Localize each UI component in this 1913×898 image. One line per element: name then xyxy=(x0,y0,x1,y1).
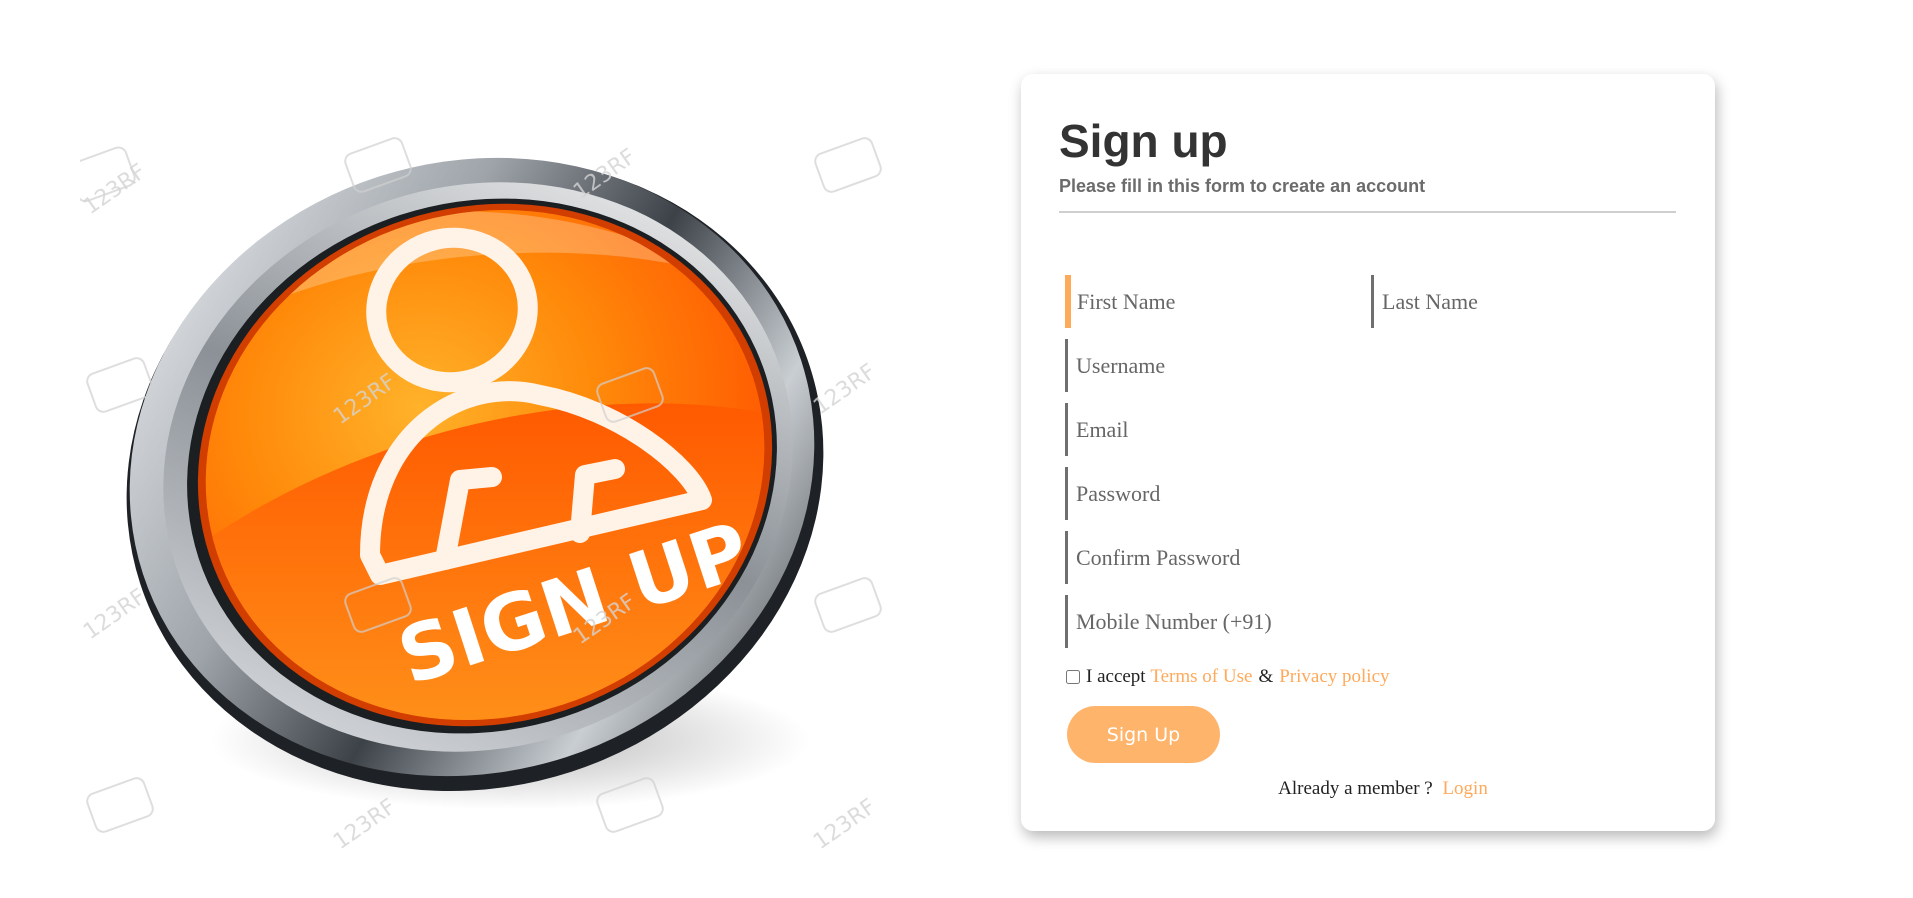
svg-text:123RF: 123RF xyxy=(809,794,881,855)
email-input[interactable] xyxy=(1065,403,1665,456)
last-name-input[interactable] xyxy=(1371,275,1677,328)
signup-badge-illustration: SIGN UP 123RF 123RF 123RF 123RF 123RF 12… xyxy=(80,137,882,855)
form-title: Sign up xyxy=(1059,115,1228,167)
field-stack xyxy=(1065,339,1677,648)
login-link[interactable]: Login xyxy=(1442,778,1487,799)
login-prompt: Already a member ? Login xyxy=(1059,778,1677,800)
form-subtitle: Please fill in this form to create an ac… xyxy=(1059,176,1426,196)
password-input[interactable] xyxy=(1065,467,1665,520)
signup-page: SIGN UP 123RF 123RF 123RF 123RF 123RF 12… xyxy=(0,0,1913,898)
name-row xyxy=(1065,275,1677,328)
first-name-input[interactable] xyxy=(1065,275,1372,328)
accept-terms-checkbox[interactable] xyxy=(1066,670,1080,684)
signup-hero-image: SIGN UP 123RF 123RF 123RF 123RF 123RF 12… xyxy=(80,105,900,865)
svg-text:123RF: 123RF xyxy=(80,584,151,645)
terms-prefix: I accept xyxy=(1086,666,1146,687)
terms-row: I accept Terms of Use & Privacy policy xyxy=(1065,666,1677,688)
terms-ampersand: & xyxy=(1258,666,1274,687)
confirm-password-input[interactable] xyxy=(1065,531,1665,584)
privacy-policy-link[interactable]: Privacy policy xyxy=(1279,666,1389,688)
svg-text:123RF: 123RF xyxy=(809,359,881,420)
signup-form-card: Sign up Please fill in this form to crea… xyxy=(1021,74,1715,831)
sign-up-button[interactable]: Sign Up xyxy=(1067,706,1220,763)
mobile-number-input[interactable] xyxy=(1065,595,1665,648)
svg-text:123RF: 123RF xyxy=(329,794,401,855)
svg-text:123RF: 123RF xyxy=(80,159,151,220)
username-input[interactable] xyxy=(1065,339,1665,392)
header-divider xyxy=(1059,211,1676,213)
member-prompt-text: Already a member ? xyxy=(1278,778,1433,799)
terms-of-use-link[interactable]: Terms of Use xyxy=(1150,666,1252,688)
